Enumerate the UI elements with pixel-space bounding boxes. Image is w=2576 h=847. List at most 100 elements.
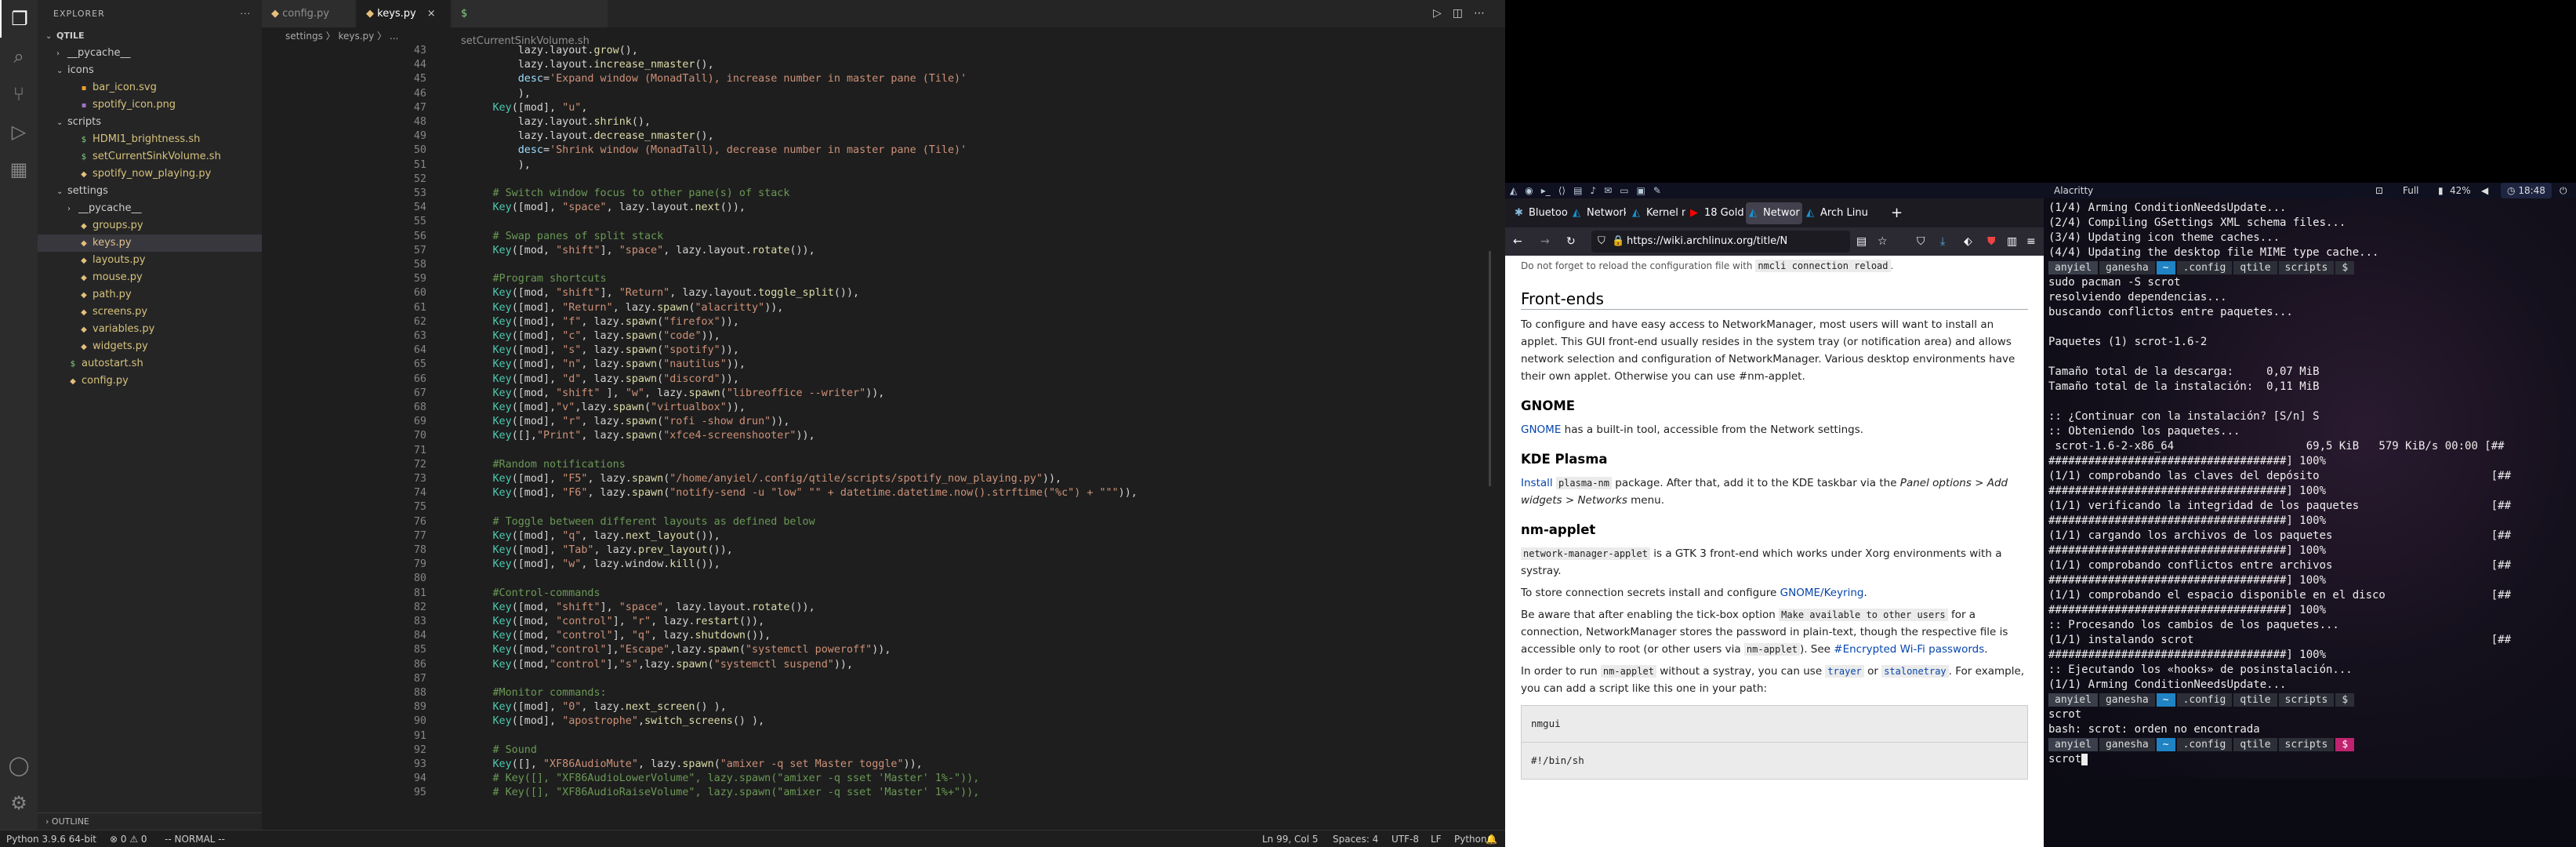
notifications-icon[interactable]: 🔔 [1486, 831, 1497, 847]
arch-icon[interactable]: ◭ [1510, 183, 1517, 198]
code-icon[interactable]: ⟨⟩ [1558, 183, 1566, 198]
layout-mode[interactable]: Full [2403, 183, 2419, 198]
music-icon[interactable]: ♪ [1590, 183, 1596, 198]
code-view[interactable]: 43 lazy.layout.grow(), 44 lazy.layout.inc… [262, 45, 1505, 830]
split-editor-icon[interactable]: ◫ [1453, 7, 1474, 20]
tab-config-py[interactable]: ◆ config.py [262, 0, 356, 27]
document-icon[interactable]: ▭ [1620, 183, 1628, 198]
box-icon[interactable]: ▣ [1637, 183, 1645, 198]
tree-file[interactable]: ◆ mouse.py [38, 269, 262, 286]
pocket-icon[interactable]: ⛉ [1917, 227, 1925, 256]
menu-icon[interactable]: ≡ [2026, 227, 2036, 256]
download-icon[interactable]: ⤓ [1940, 227, 1945, 256]
extensions-icon[interactable]: ▦ [0, 151, 38, 188]
language-mode[interactable]: Python [1454, 831, 1487, 847]
keyring-link[interactable]: GNOME/Keyring [1780, 587, 1864, 599]
tree-file[interactable]: ◆ path.py [38, 286, 262, 304]
line-ending[interactable]: LF [1431, 831, 1442, 847]
extension-icon[interactable]: ⬖ [1964, 227, 1972, 256]
alacritty-terminal[interactable]: (1/4) Arming ConditionNeedsUpdate... (2/4… [2044, 198, 2576, 847]
ublock-icon[interactable]: ⛊ [1987, 227, 1996, 256]
tree-folder[interactable]: ⌄ settings [38, 183, 262, 200]
tree-file[interactable]: ◆ keys.py [38, 234, 262, 252]
chat-icon[interactable]: ✉ [1604, 183, 1612, 198]
power-icon[interactable]: ⏻ [2560, 183, 2567, 198]
tree-folder[interactable]: › __pycache__ [38, 200, 262, 217]
tree-label: setCurrentSinkVolume.sh [93, 151, 221, 162]
trayer-link[interactable]: trayer [1825, 665, 1864, 678]
account-icon[interactable]: ◯ [0, 747, 38, 784]
more-actions-icon[interactable]: ··· [241, 0, 252, 27]
breadcrumb[interactable]: settings 〉 keys.py 〉 ... [262, 27, 1505, 45]
back-icon[interactable]: ← [1513, 227, 1522, 256]
tree-file[interactable]: $ setCurrentSinkVolume.sh [38, 148, 262, 165]
cursor-position[interactable]: Ln 99, Col 5 [1262, 831, 1319, 847]
code-token: desc [517, 144, 543, 157]
tree-folder[interactable]: ⌄ scripts [38, 114, 262, 131]
tab-keys-py[interactable]: ◆ keys.py × [357, 0, 451, 27]
forward-icon[interactable]: → [1540, 227, 1550, 256]
code-line: lazy.layout.grow(), [442, 45, 638, 56]
indentation[interactable]: Spaces: 4 [1333, 831, 1378, 847]
browser-tab[interactable]: ▶ 18 Golde [1687, 202, 1743, 224]
bluetooth-icon: ✱ [1515, 207, 1523, 219]
tree-file[interactable]: $ HDMI1_brightness.sh [38, 131, 262, 148]
tree-folder[interactable]: ⌄ icons [38, 62, 262, 79]
run-debug-icon[interactable]: ▷ [0, 113, 38, 151]
tree-file[interactable]: ▪ bar_icon.svg [38, 79, 262, 96]
terminal-line: ####################################] 10… [2048, 649, 2327, 661]
folder-icon[interactable]: ▤ [1573, 183, 1582, 198]
code-token: "s" [619, 658, 638, 671]
browser-tab[interactable]: ◭ Network [1569, 202, 1626, 224]
library-icon[interactable]: ▥ [2007, 227, 2017, 256]
tree-file[interactable]: ◆ variables.py [38, 321, 262, 338]
tree-file[interactable]: ◆ screens.py [38, 304, 262, 321]
reload-icon[interactable]: ↻ [1566, 227, 1576, 256]
code-line: lazy.layout.increase_nmaster(), [442, 59, 714, 71]
tree-file[interactable]: ◆ spotify_now_playing.py [38, 165, 262, 183]
stalonetray-link[interactable]: stalonetray [1881, 665, 1949, 678]
terminal-icon[interactable]: ▸_ [1541, 183, 1551, 198]
tree-file[interactable]: ◆ config.py [38, 373, 262, 390]
url-bar[interactable]: ⛉ 🔒 https://wiki.archlinux.org/title/N [1591, 231, 1850, 253]
file-tree: ⌄ QTILE › __pycache__ ⌄ icons ▪ bar_icon.svg ▪ sp… [38, 27, 262, 390]
install-link[interactable]: Install [1521, 477, 1553, 489]
tree-file[interactable]: ▪ spotify_icon.png [38, 96, 262, 114]
problems-count[interactable]: ⊗ 0 ⚠ 0 [110, 831, 147, 847]
search-icon[interactable]: ⌕ [0, 38, 38, 75]
browser-tab[interactable]: ◭Networ × [1746, 202, 1802, 224]
tree-file[interactable]: ◆ groups.py [38, 217, 262, 234]
scrollbar[interactable] [1489, 251, 1491, 486]
run-icon[interactable]: ▷ [1433, 7, 1453, 20]
reader-view-icon[interactable]: ▤ [1856, 227, 1867, 256]
browser-tab[interactable]: ◭ Arch Linu [1803, 202, 1878, 224]
encoding[interactable]: UTF-8 [1391, 831, 1419, 847]
tree-folder[interactable]: › __pycache__ [38, 45, 262, 62]
close-icon[interactable]: × [427, 8, 436, 20]
tree-file[interactable]: ◆ layouts.py [38, 252, 262, 269]
files-icon[interactable]: ❐ [0, 0, 38, 38]
terminal-line: sudo pacman -S scrot [2048, 276, 2181, 289]
browser-tab[interactable]: ◭ Kernel m [1629, 202, 1685, 224]
source-control-icon[interactable]: ⑂ [0, 75, 38, 113]
pen-icon[interactable]: ✎ [1653, 183, 1661, 198]
gear-icon[interactable]: ⚙ [0, 784, 38, 822]
browser-tab[interactable]: ✱ Bluetooth [1511, 202, 1568, 224]
tree-file[interactable]: $ autostart.sh [38, 355, 262, 373]
volume-icon[interactable]: ◀ [2481, 183, 2488, 198]
plasma-nm-link[interactable]: plasma-nm [1555, 477, 1612, 489]
gnome-link[interactable]: GNOME [1521, 424, 1561, 436]
tab-setcurrentsinkvolume[interactable]: $ setCurrentSinkVolume.sh [452, 0, 608, 47]
tree-folder[interactable]: ⌄ QTILE [38, 27, 262, 45]
python-interpreter[interactable]: Python 3.9.6 64-bit [6, 831, 96, 847]
tree-file[interactable]: ◆ widgets.py [38, 338, 262, 355]
encrypted-wifi-link[interactable]: #Encrypted Wi-Fi passwords [1834, 643, 1984, 656]
code-token: # Switch window focus to other pane(s) o… [492, 187, 790, 199]
outline-section[interactable]: › OUTLINE [38, 812, 262, 830]
layout-icon[interactable]: ⊡ [2375, 183, 2383, 198]
bookmark-star-icon[interactable]: ☆ [1878, 227, 1888, 256]
new-tab-icon[interactable]: + [1891, 202, 1903, 224]
line-number: 53 [413, 187, 426, 199]
firefox-icon[interactable]: ◉ [1525, 183, 1533, 198]
more-actions-icon[interactable]: ⋯ [1474, 7, 1496, 20]
